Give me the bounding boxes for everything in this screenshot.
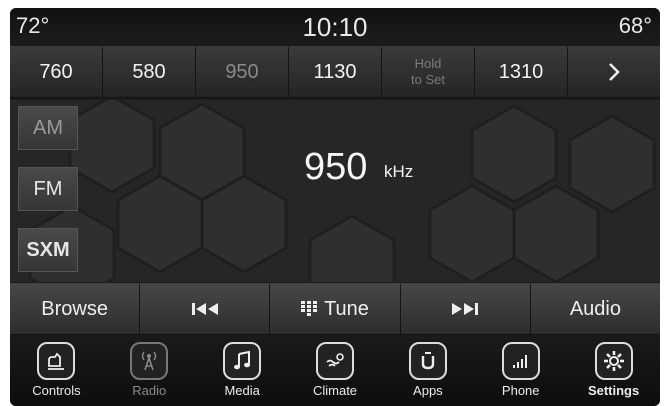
browse-label: Browse: [41, 297, 108, 320]
nav-label: Phone: [501, 383, 540, 398]
nav-settings[interactable]: Settings: [567, 336, 660, 406]
phone-signal-icon: [501, 342, 540, 380]
radio-tower-icon: [130, 342, 169, 380]
tuner-display: AM FM SXM 950 kHz: [10, 100, 660, 282]
controls-icon: [37, 342, 76, 380]
passenger-temperature[interactable]: 68°: [619, 13, 652, 39]
band-fm-button[interactable]: FM: [18, 167, 78, 211]
chevron-right-icon: [609, 63, 620, 81]
frequency-unit: kHz: [384, 162, 414, 181]
band-sxm-label: SXM: [26, 238, 70, 261]
bottom-nav: Controls Radio Media Climate Apps Phone …: [10, 336, 660, 406]
preset-5-hold-to-set[interactable]: Hold to Set: [382, 47, 475, 97]
nav-label: Media: [224, 383, 260, 398]
climate-icon: [316, 342, 354, 380]
tune-label: Tune: [324, 297, 369, 320]
nav-apps[interactable]: Apps: [381, 336, 474, 406]
nav-label: Apps: [413, 383, 443, 398]
preset-label: 950: [225, 60, 259, 83]
band-am-label: AM: [33, 116, 63, 139]
preset-hold-label: Hold: [414, 56, 442, 71]
grid-icon: [301, 301, 318, 316]
preset-2[interactable]: 580: [103, 47, 196, 97]
clock: 10:10: [302, 12, 368, 42]
seek-back-button[interactable]: [140, 284, 271, 334]
head-unit-screen: 72° 10:10 68° 760 580 950 1130 Hold to S…: [10, 8, 660, 406]
presets-next-button[interactable]: [568, 47, 660, 97]
current-frequency: 950: [304, 146, 368, 188]
nav-controls[interactable]: Controls: [10, 336, 103, 406]
preset-label: 580: [132, 60, 166, 83]
nav-label: Settings: [587, 383, 640, 398]
hexagon-background: [28, 100, 656, 282]
apps-icon: [408, 342, 447, 380]
preset-4[interactable]: 1130: [289, 47, 382, 97]
control-bar: Browse Tune Audio: [10, 283, 660, 335]
status-bar: 72° 10:10 68°: [10, 8, 660, 44]
preset-3[interactable]: 950: [196, 47, 289, 97]
preset-label: 1130: [313, 60, 357, 83]
gear-icon: [594, 342, 633, 380]
band-am-button[interactable]: AM: [18, 106, 78, 150]
preset-1[interactable]: 760: [10, 47, 103, 97]
nav-label: Radio: [132, 383, 167, 398]
seek-back-icon: [191, 303, 218, 315]
nav-phone[interactable]: Phone: [474, 336, 567, 406]
audio-label: Audio: [569, 297, 621, 320]
preset-bar: 760 580 950 1130 Hold to Set 1310: [10, 46, 660, 98]
nav-climate[interactable]: Climate: [289, 336, 382, 406]
nav-media[interactable]: Media: [196, 336, 289, 406]
band-fm-label: FM: [33, 177, 63, 200]
nav-label: Controls: [32, 383, 81, 398]
nav-label: Climate: [312, 383, 358, 398]
nav-radio[interactable]: Radio: [103, 336, 196, 406]
music-note-icon: [223, 342, 262, 380]
preset-6[interactable]: 1310: [475, 47, 568, 97]
tune-button[interactable]: Tune: [270, 284, 401, 334]
browse-button[interactable]: Browse: [10, 284, 141, 334]
seek-forward-icon: [452, 303, 479, 315]
preset-label: 760: [39, 60, 73, 83]
preset-hold-label-2: to Set: [411, 72, 445, 87]
band-sxm-button[interactable]: SXM: [18, 228, 78, 272]
seek-forward-button[interactable]: [400, 284, 531, 334]
preset-label: 1310: [498, 60, 544, 83]
audio-button[interactable]: Audio: [530, 284, 660, 334]
